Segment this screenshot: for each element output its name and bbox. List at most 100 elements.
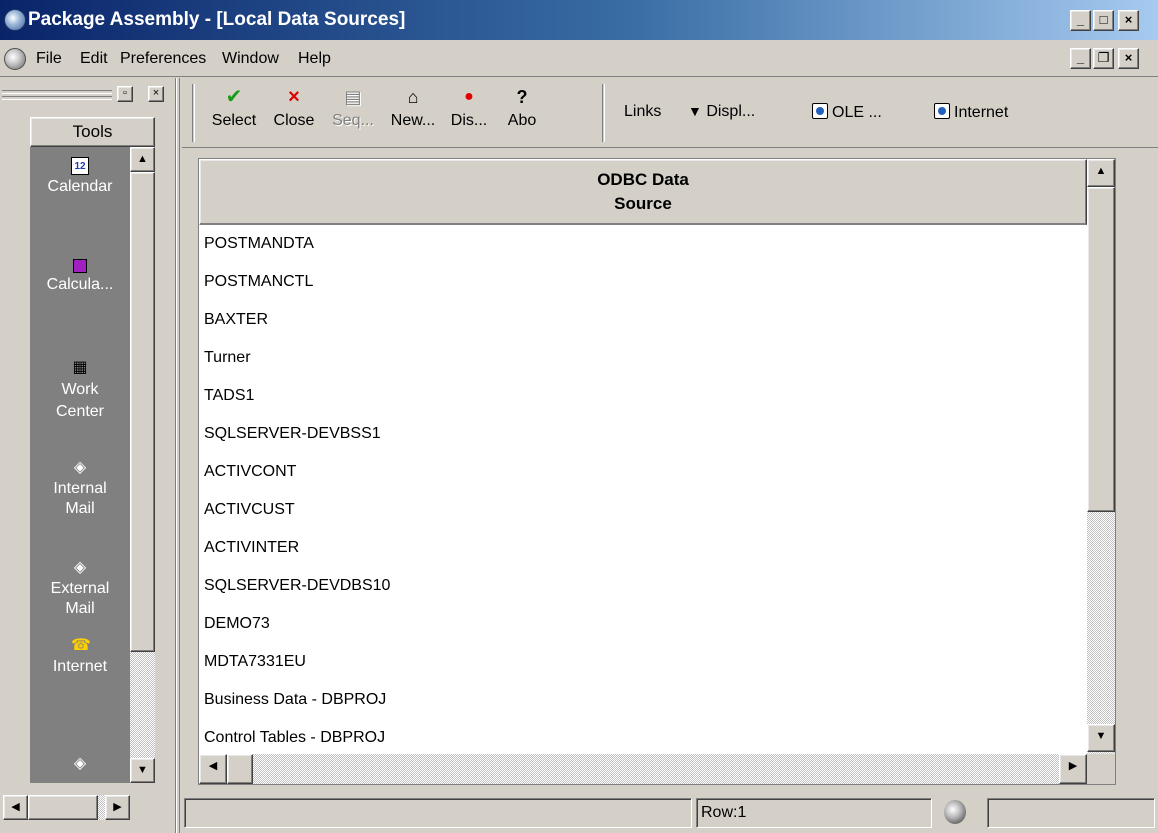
scroll-left-arrow-icon[interactable]: ◀ (199, 754, 227, 784)
minimize-button[interactable]: _ (1070, 10, 1091, 31)
table-row[interactable]: BAXTER (199, 301, 1087, 339)
new-button[interactable]: ⌂ New... (386, 84, 440, 142)
table-row[interactable]: POSTMANCTL (199, 263, 1087, 301)
table-row[interactable]: Business Data - DBPROJ (199, 681, 1087, 719)
tool-internet[interactable]: ☎ Internet (30, 637, 130, 677)
display-icon: ● (464, 88, 474, 105)
ole-link-icon (812, 103, 828, 119)
new-icon: ⌂ (407, 87, 419, 107)
tool-internal-mail[interactable]: ◈ Internal Mail (30, 459, 130, 519)
panel-restore-button[interactable]: ▫ (117, 86, 133, 102)
table-row[interactable]: DEMO73 (199, 605, 1087, 643)
data-grid: ODBC Data Source POSTMANDTA POSTMANCTL B… (198, 158, 1116, 785)
tool-label: Internal Mail (53, 480, 107, 517)
tool-label: Calcula... (46, 276, 114, 293)
menu-preferences[interactable]: Preferences (120, 50, 206, 68)
ole-link[interactable]: OLE ... (812, 103, 882, 122)
about-button[interactable]: ? Abo (502, 84, 542, 142)
tool-work-center[interactable]: ▦ Work Center (30, 359, 130, 423)
scroll-thumb[interactable] (28, 795, 98, 820)
select-button[interactable]: ✔ Select (204, 84, 264, 142)
title-bar[interactable]: Package Assembly - [Local Data Sources] … (0, 0, 1158, 40)
sequence-button[interactable]: ▤ Seq... (328, 84, 378, 142)
table-row[interactable]: POSTMANDTA (199, 225, 1087, 263)
grid-body: POSTMANDTA POSTMANCTL BAXTER Turner TADS… (199, 225, 1087, 754)
display-button[interactable]: ● Dis... (444, 84, 494, 142)
close-x-icon: × (288, 86, 300, 108)
scroll-right-arrow-icon[interactable]: ▶ (105, 795, 130, 820)
menu-help[interactable]: Help (298, 50, 331, 68)
scroll-right-arrow-icon[interactable]: ▶ (1059, 754, 1087, 784)
table-row[interactable]: ACTIVCUST (199, 491, 1087, 529)
about-help-icon: ? (516, 87, 528, 107)
toolbar-separator (602, 84, 605, 142)
status-row: Row:1 (696, 798, 932, 828)
internet-link-label: Internet (954, 104, 1009, 121)
panel-splitter[interactable] (176, 78, 180, 833)
panel-close-button[interactable]: × (148, 86, 164, 102)
column-header-line1: ODBC Data (597, 170, 689, 189)
scroll-thumb[interactable] (130, 172, 155, 652)
status-panel-main (184, 798, 692, 828)
scroll-down-arrow-icon[interactable]: ▼ (130, 758, 155, 783)
tools-header[interactable]: Tools (30, 117, 155, 147)
ole-link-label: OLE ... (832, 104, 882, 121)
tools-vertical-scrollbar[interactable]: ▲ ▼ (130, 147, 155, 783)
menu-edit[interactable]: Edit (80, 50, 108, 68)
doc-restore-button[interactable]: ❐ (1093, 48, 1114, 69)
display-link[interactable]: ▼ Displ... (688, 103, 755, 121)
scroll-up-arrow-icon[interactable]: ▲ (1087, 159, 1115, 187)
tool-label: External Mail (50, 580, 110, 617)
table-row[interactable]: MDTA7331EU (199, 643, 1087, 681)
tools-horizontal-scrollbar[interactable]: ◀ ▶ (3, 795, 130, 820)
internal-mail-icon: ◈ (73, 459, 87, 476)
toolbar: ✔ Select × Close ▤ Seq... ⌂ New... ● Dis… (182, 78, 1158, 148)
document-globe-icon[interactable] (4, 48, 26, 70)
window-title: Package Assembly - [Local Data Sources] (28, 9, 406, 30)
status-globe-icon (944, 800, 966, 824)
scroll-thumb[interactable] (227, 754, 253, 784)
close-button[interactable]: × Close (266, 84, 322, 142)
table-row[interactable]: Control Tables - DBPROJ (199, 719, 1087, 754)
table-row[interactable]: SQLSERVER-DEVBSS1 (199, 415, 1087, 453)
internet-link[interactable]: Internet (934, 103, 1008, 122)
table-row[interactable]: Turner (199, 339, 1087, 377)
tool-label: Calendar (47, 178, 113, 195)
doc-minimize-button[interactable]: _ (1070, 48, 1091, 69)
triangle-down-icon: ▼ (688, 103, 702, 119)
panel-grip[interactable] (2, 90, 112, 94)
table-row[interactable]: ACTIVINTER (199, 529, 1087, 567)
menu-bar: File Edit Preferences Window Help _ ❐ × (0, 40, 1158, 77)
tool-label: Internet (52, 658, 108, 675)
tool-external-mail[interactable]: ◈ External Mail (30, 559, 130, 619)
calculator-icon (73, 259, 87, 273)
tools-list: 12 Calendar Calcula... ▦ Work Center ◈ I… (30, 147, 130, 783)
app-globe-icon[interactable] (4, 9, 26, 31)
maximize-button[interactable]: □ (1093, 10, 1114, 31)
doc-close-button[interactable]: × (1118, 48, 1139, 69)
scroll-down-arrow-icon[interactable]: ▼ (1087, 724, 1115, 752)
toolbar-separator (192, 84, 195, 142)
tool-calendar[interactable]: 12 Calendar (30, 157, 130, 197)
grid-vertical-scrollbar[interactable]: ▲ ▼ (1087, 159, 1115, 754)
scrollbar-corner (1087, 754, 1115, 784)
tool-calculator[interactable]: Calcula... (30, 259, 130, 295)
status-bar: Row:1 (182, 794, 1158, 833)
scroll-up-arrow-icon[interactable]: ▲ (130, 147, 155, 172)
internet-phone-icon: ☎ (71, 637, 91, 654)
table-row[interactable]: ACTIVCONT (199, 453, 1087, 491)
grid-horizontal-scrollbar[interactable]: ◀ ▶ (199, 754, 1087, 784)
close-window-button[interactable]: × (1118, 10, 1139, 31)
external-mail-icon: ◈ (73, 559, 87, 576)
table-row[interactable]: SQLSERVER-DEVDBS10 (199, 567, 1087, 605)
menu-file[interactable]: File (36, 50, 62, 68)
column-header-odbc-data-source[interactable]: ODBC Data Source (199, 159, 1087, 225)
panel-grip-lower[interactable] (2, 96, 112, 100)
scroll-left-arrow-icon[interactable]: ◀ (3, 795, 28, 820)
tool-more[interactable]: ◈ (30, 755, 130, 775)
mail-icon: ◈ (73, 755, 87, 772)
table-row[interactable]: TADS1 (199, 377, 1087, 415)
menu-window[interactable]: Window (222, 50, 279, 68)
scroll-thumb[interactable] (1087, 187, 1115, 512)
display-link-label: Displ... (706, 103, 756, 120)
